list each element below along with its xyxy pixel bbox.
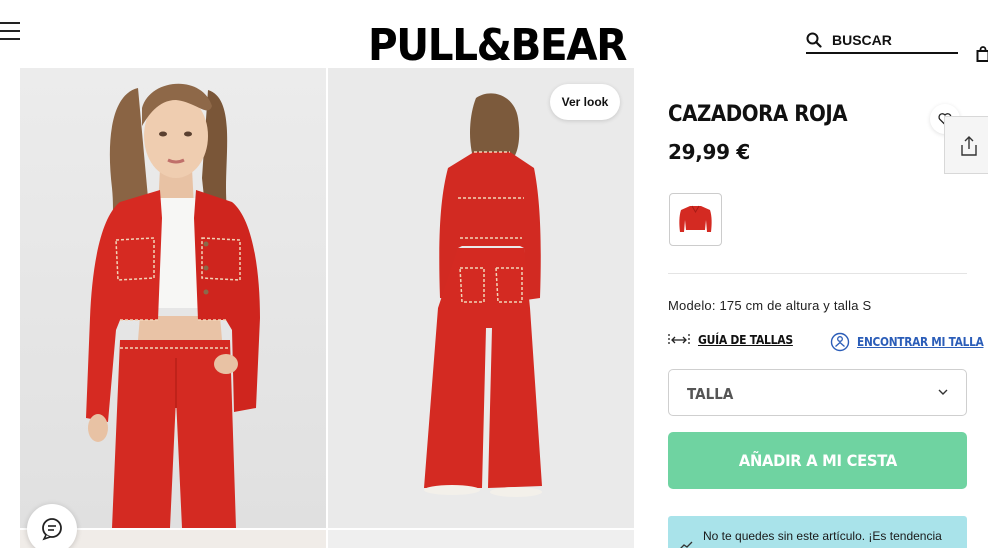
model-info: Modelo: 175 cm de altura y talla S — [668, 298, 872, 313]
add-to-cart-button[interactable]: AÑADIR A MI CESTA — [668, 432, 967, 489]
product-image-back[interactable] — [328, 68, 634, 528]
product-title: CAZADORA ROJA — [668, 102, 848, 127]
model-front-illustration — [20, 68, 326, 528]
product-image-front[interactable] — [20, 68, 326, 528]
promo-text: No te quedes sin este artículo. ¡Es tend… — [703, 529, 942, 543]
ver-look-button[interactable]: Ver look — [550, 84, 620, 120]
product-image-thumbnail[interactable] — [328, 530, 634, 548]
red-jacket-thumbnail-icon — [679, 205, 712, 232]
chat-bubble-icon — [42, 518, 62, 541]
size-guide-label[interactable]: GUÍA DE TALLAS — [698, 333, 793, 347]
trending-promo-banner: No te quedes sin este artículo. ¡Es tend… — [668, 516, 967, 548]
trend-arrow-icon — [680, 541, 693, 548]
chevron-down-icon — [938, 389, 948, 395]
chat-button[interactable] — [27, 504, 77, 548]
model-back-illustration — [328, 68, 634, 528]
section-divider — [668, 273, 967, 274]
brand-logo[interactable]: PULL&BEAR — [368, 22, 627, 70]
add-to-cart-label: AÑADIR A MI CESTA — [738, 451, 897, 470]
hamburger-menu-icon[interactable] — [0, 22, 20, 44]
color-swatch-red[interactable] — [669, 193, 722, 246]
person-fit-icon — [830, 332, 850, 352]
share-button[interactable] — [944, 116, 988, 174]
ruler-icon — [668, 334, 690, 346]
size-select[interactable]: TALLA — [668, 369, 967, 416]
product-page: PULL&BEAR BUSCAR Ver look CAZADORA ROJA … — [0, 0, 988, 548]
size-select-label: TALLA — [687, 385, 734, 403]
find-my-size-label[interactable]: ENCONTRAR MI TALLA — [857, 335, 984, 349]
find-my-size-link[interactable]: ENCONTRAR MI TALLA — [830, 332, 988, 352]
search-input[interactable] — [832, 32, 952, 48]
search-bar[interactable] — [806, 30, 958, 54]
shopping-bag-icon[interactable] — [976, 46, 988, 62]
product-price: 29,99 € — [668, 140, 751, 164]
search-icon[interactable] — [806, 32, 822, 48]
share-icon — [961, 136, 977, 156]
size-guide-link[interactable]: GUÍA DE TALLAS — [668, 333, 803, 347]
